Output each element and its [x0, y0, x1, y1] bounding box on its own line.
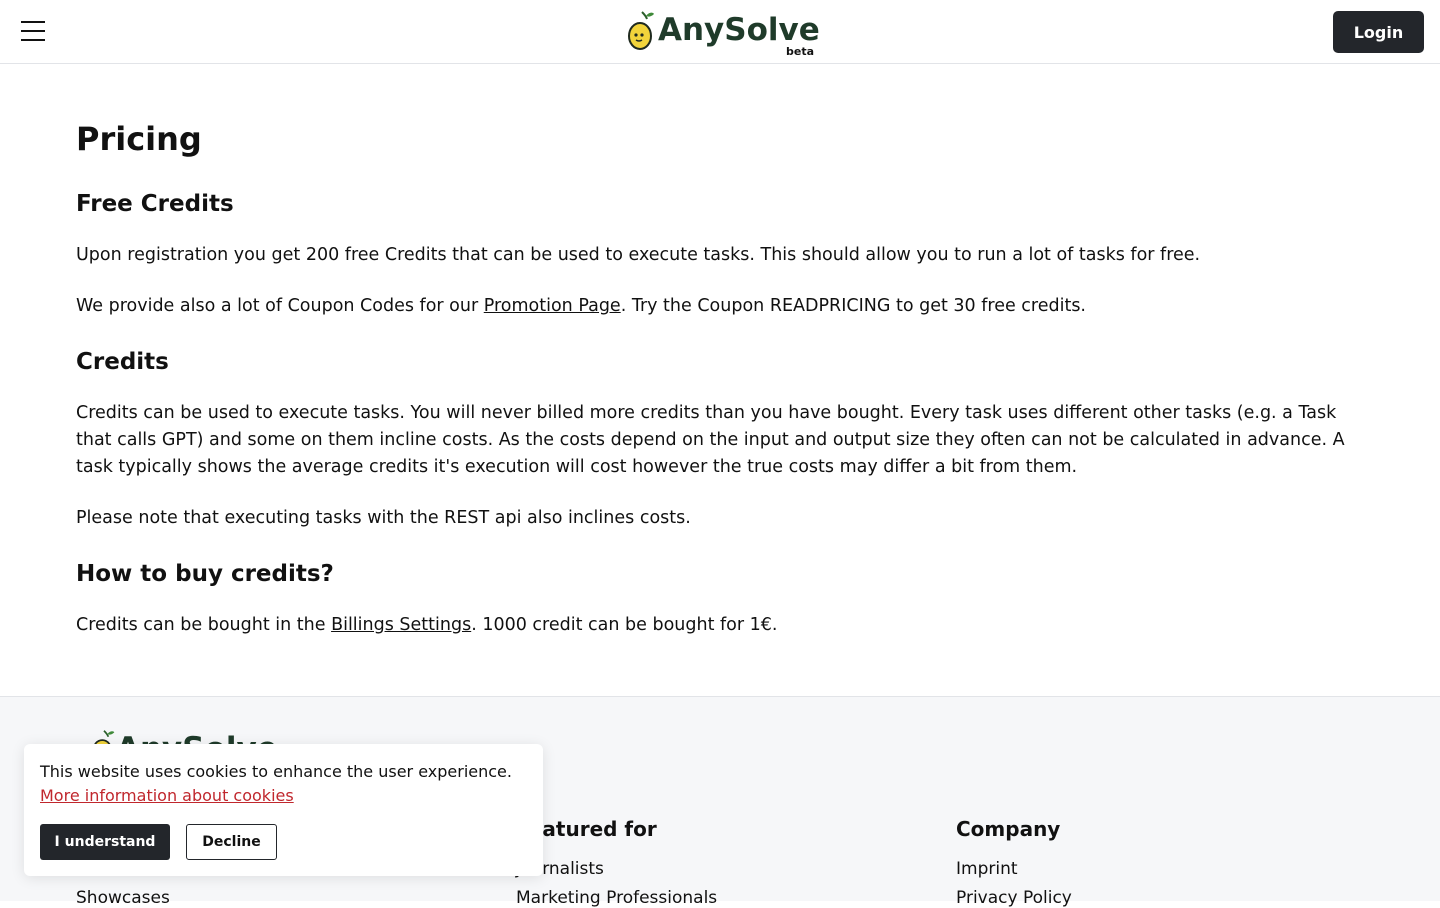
brand-name: AnySolve	[658, 12, 820, 48]
footer-link-marketing-professionals[interactable]: Marketing Professionals	[516, 888, 717, 908]
buy-text-after: . 1000 credit can be bought for 1€.	[471, 615, 778, 635]
footer-link-imprint[interactable]: Imprint	[956, 859, 1018, 879]
promotion-page-link[interactable]: Promotion Page	[484, 296, 621, 316]
brand-logo[interactable]: AnySolve beta	[626, 10, 820, 60]
free-credits-paragraph: Upon registration you get 200 free Credi…	[76, 245, 1201, 265]
cookie-decline-button[interactable]: Decline	[186, 824, 277, 860]
section-heading-free-credits: Free Credits	[76, 191, 234, 217]
credits-paragraph: Credits can be used to execute tasks. Yo…	[76, 403, 1345, 477]
buy-credits-paragraph: Credits can be bought in the Billings Se…	[76, 612, 1366, 639]
footer-heading-company: Company	[956, 817, 1061, 841]
footer-link-showcases[interactable]: Showcases	[76, 888, 170, 908]
cookie-accept-button[interactable]: I understand	[40, 824, 170, 860]
rest-api-paragraph: Please note that executing tasks with th…	[76, 508, 691, 528]
coupon-text-before: We provide also a lot of Coupon Codes fo…	[76, 296, 484, 316]
cookie-more-info-link[interactable]: More information about cookies	[40, 786, 294, 805]
cookie-consent-banner: This website uses cookies to enhance the…	[24, 744, 543, 876]
menu-icon[interactable]	[21, 21, 45, 41]
section-heading-how-to-buy: How to buy credits?	[76, 561, 334, 587]
page-title: Pricing	[76, 120, 202, 158]
coupon-paragraph: We provide also a lot of Coupon Codes fo…	[76, 293, 1366, 320]
buy-text-before: Credits can be bought in the	[76, 615, 332, 635]
coupon-text-after: . Try the Coupon READPRICING to get 30 f…	[620, 296, 1086, 316]
billings-settings-link[interactable]: Billings Settings	[331, 615, 471, 635]
login-button[interactable]: Login	[1333, 11, 1424, 53]
footer-link-privacy-policy[interactable]: Privacy Policy	[956, 888, 1072, 908]
section-heading-credits: Credits	[76, 349, 169, 375]
beta-badge: beta	[786, 45, 815, 58]
top-navigation-bar: AnySolve beta Login	[0, 0, 1440, 64]
lemon-logo-icon	[628, 11, 654, 50]
cookie-message: This website uses cookies to enhance the…	[40, 762, 512, 781]
